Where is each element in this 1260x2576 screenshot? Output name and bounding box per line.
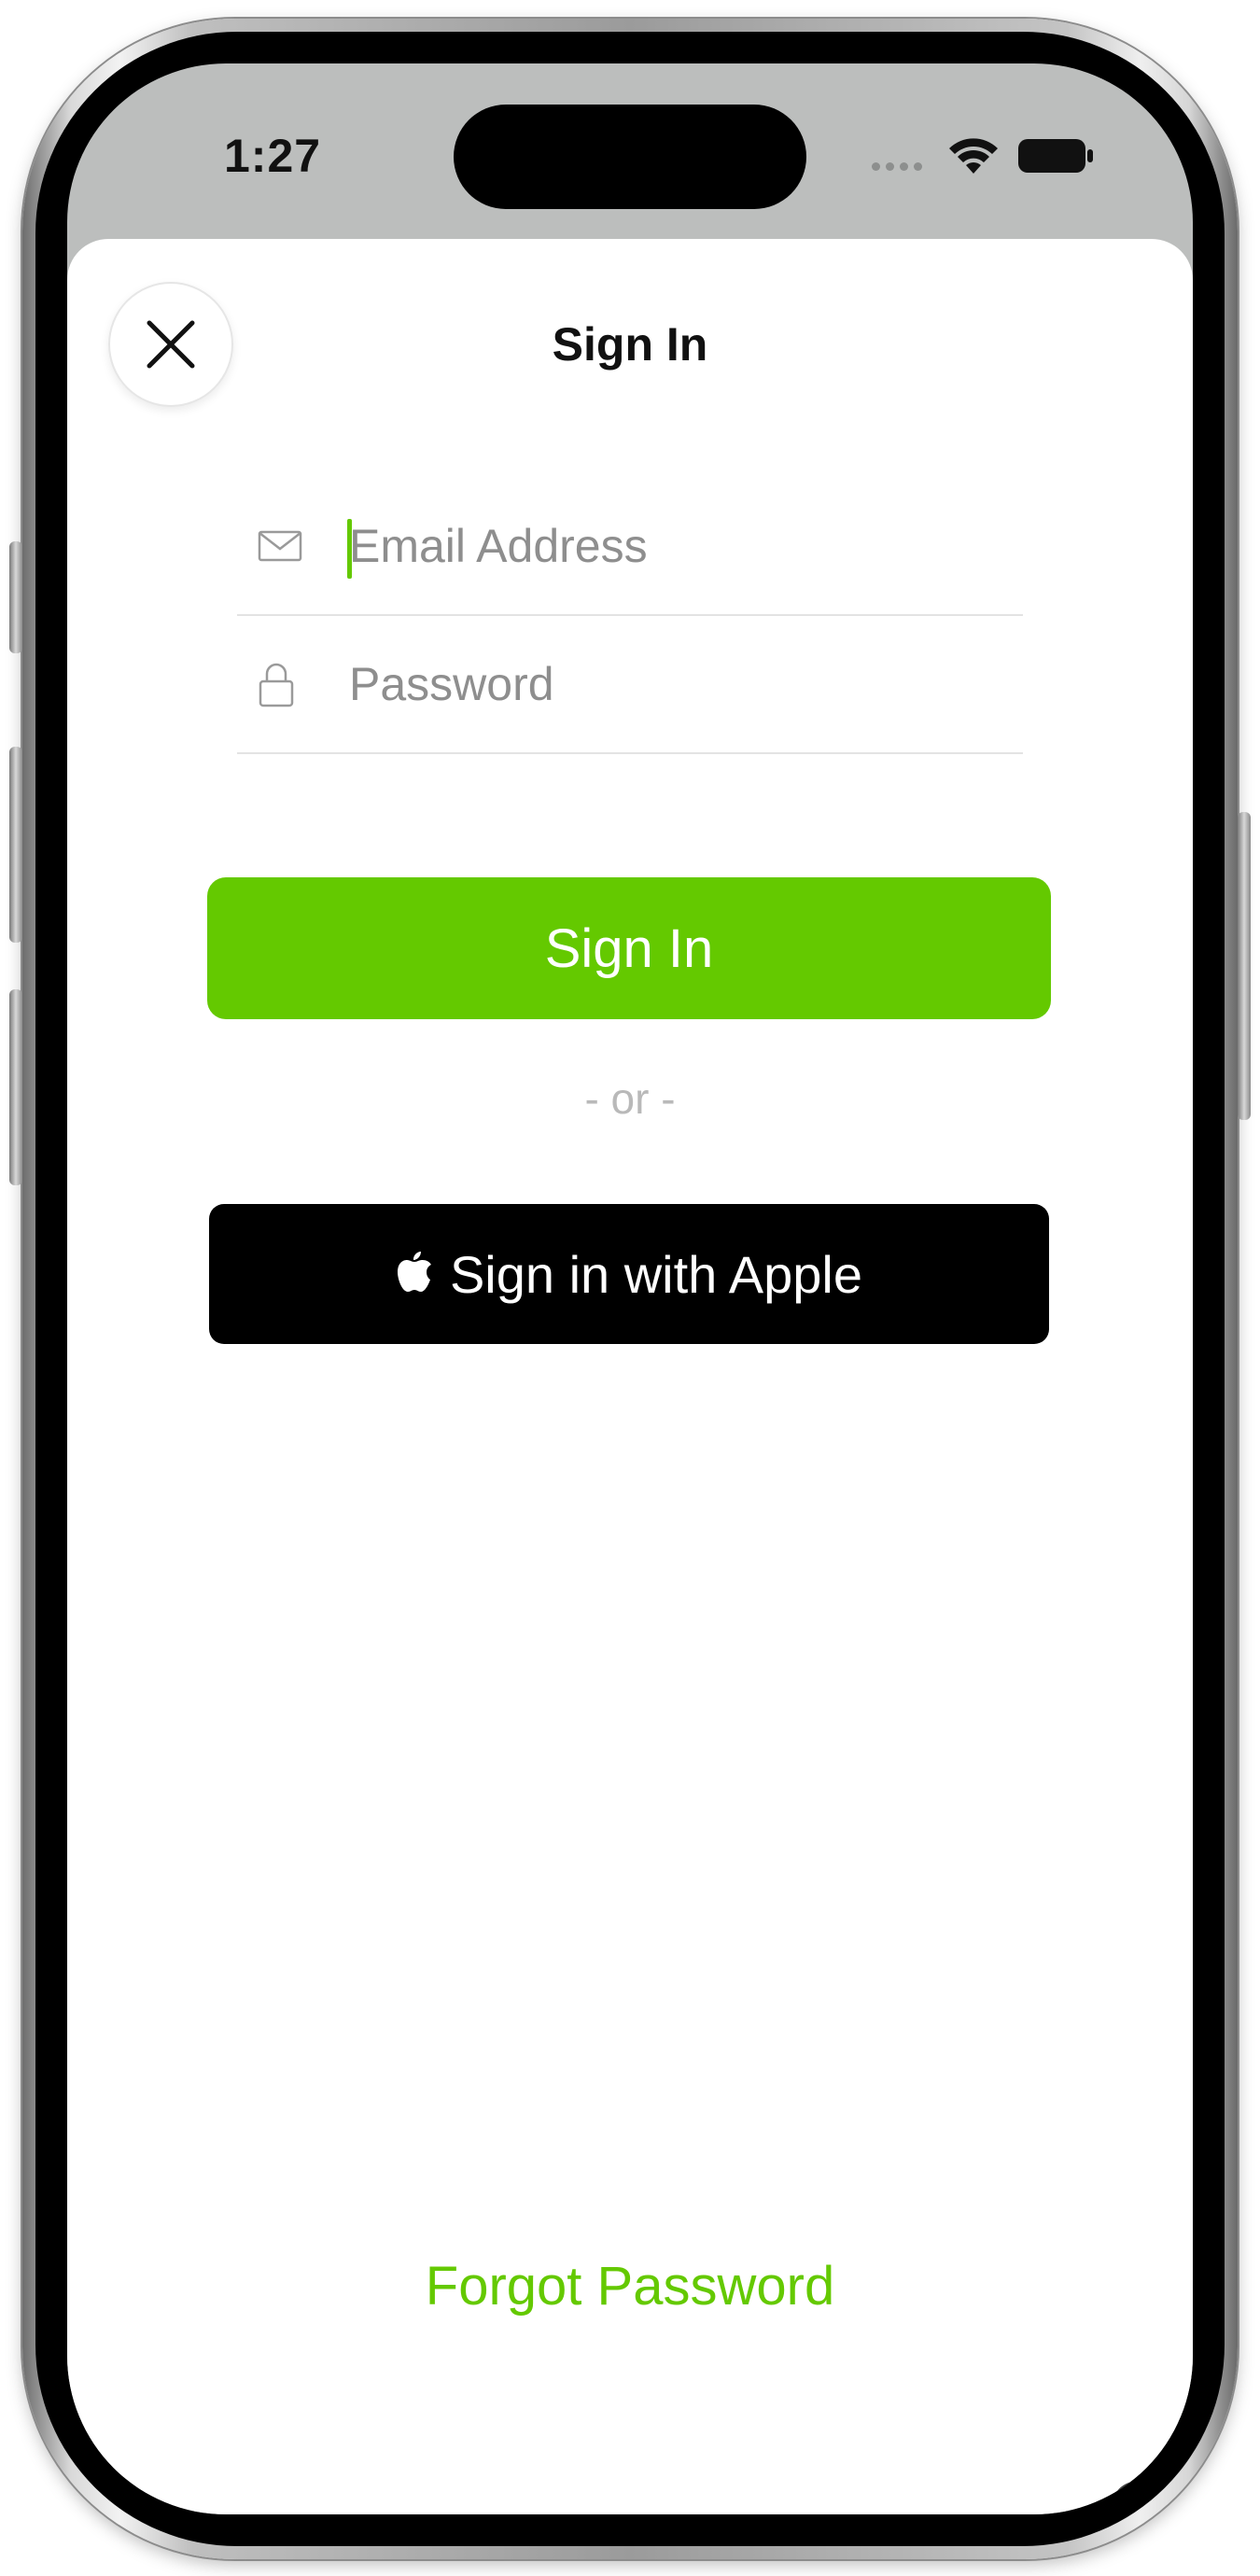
sign-in-button-label: Sign In [544, 917, 714, 979]
envelope-icon [258, 530, 302, 562]
text-cursor [347, 519, 352, 579]
page-title: Sign In [552, 318, 708, 371]
power-button [1238, 812, 1251, 1120]
status-bar: 1:27 [67, 63, 1193, 241]
volume-down-button [9, 989, 22, 1185]
apple-logo-icon [397, 1252, 431, 1292]
email-field-row [237, 478, 1023, 616]
lock-icon [259, 663, 294, 707]
cellular-signal-icon [872, 162, 922, 171]
volume-up-button [9, 747, 22, 943]
assistive-touch-icon[interactable] [1111, 2481, 1167, 2514]
dynamic-island [454, 105, 806, 209]
action-button [9, 541, 22, 653]
sign-in-with-apple-button[interactable]: Sign in with Apple [209, 1204, 1049, 1344]
sign-in-button[interactable]: Sign In [207, 877, 1051, 1019]
password-field-row [237, 616, 1023, 754]
forgot-password-link[interactable]: Forgot Password [67, 2255, 1193, 2317]
wifi-icon [949, 138, 998, 174]
sign-in-with-apple-label: Sign in with Apple [449, 1244, 863, 1304]
phone-screen: 1:27 Sign In Email Address Sign In - or … [67, 63, 1193, 2514]
or-divider: - or - [584, 1074, 676, 1123]
sign-in-sheet: Sign In Sign In - or - Sign [67, 239, 1193, 2514]
battery-icon [1018, 139, 1093, 173]
status-time: 1:27 [224, 130, 322, 182]
password-input[interactable] [349, 616, 1002, 752]
email-input[interactable] [349, 478, 1002, 614]
